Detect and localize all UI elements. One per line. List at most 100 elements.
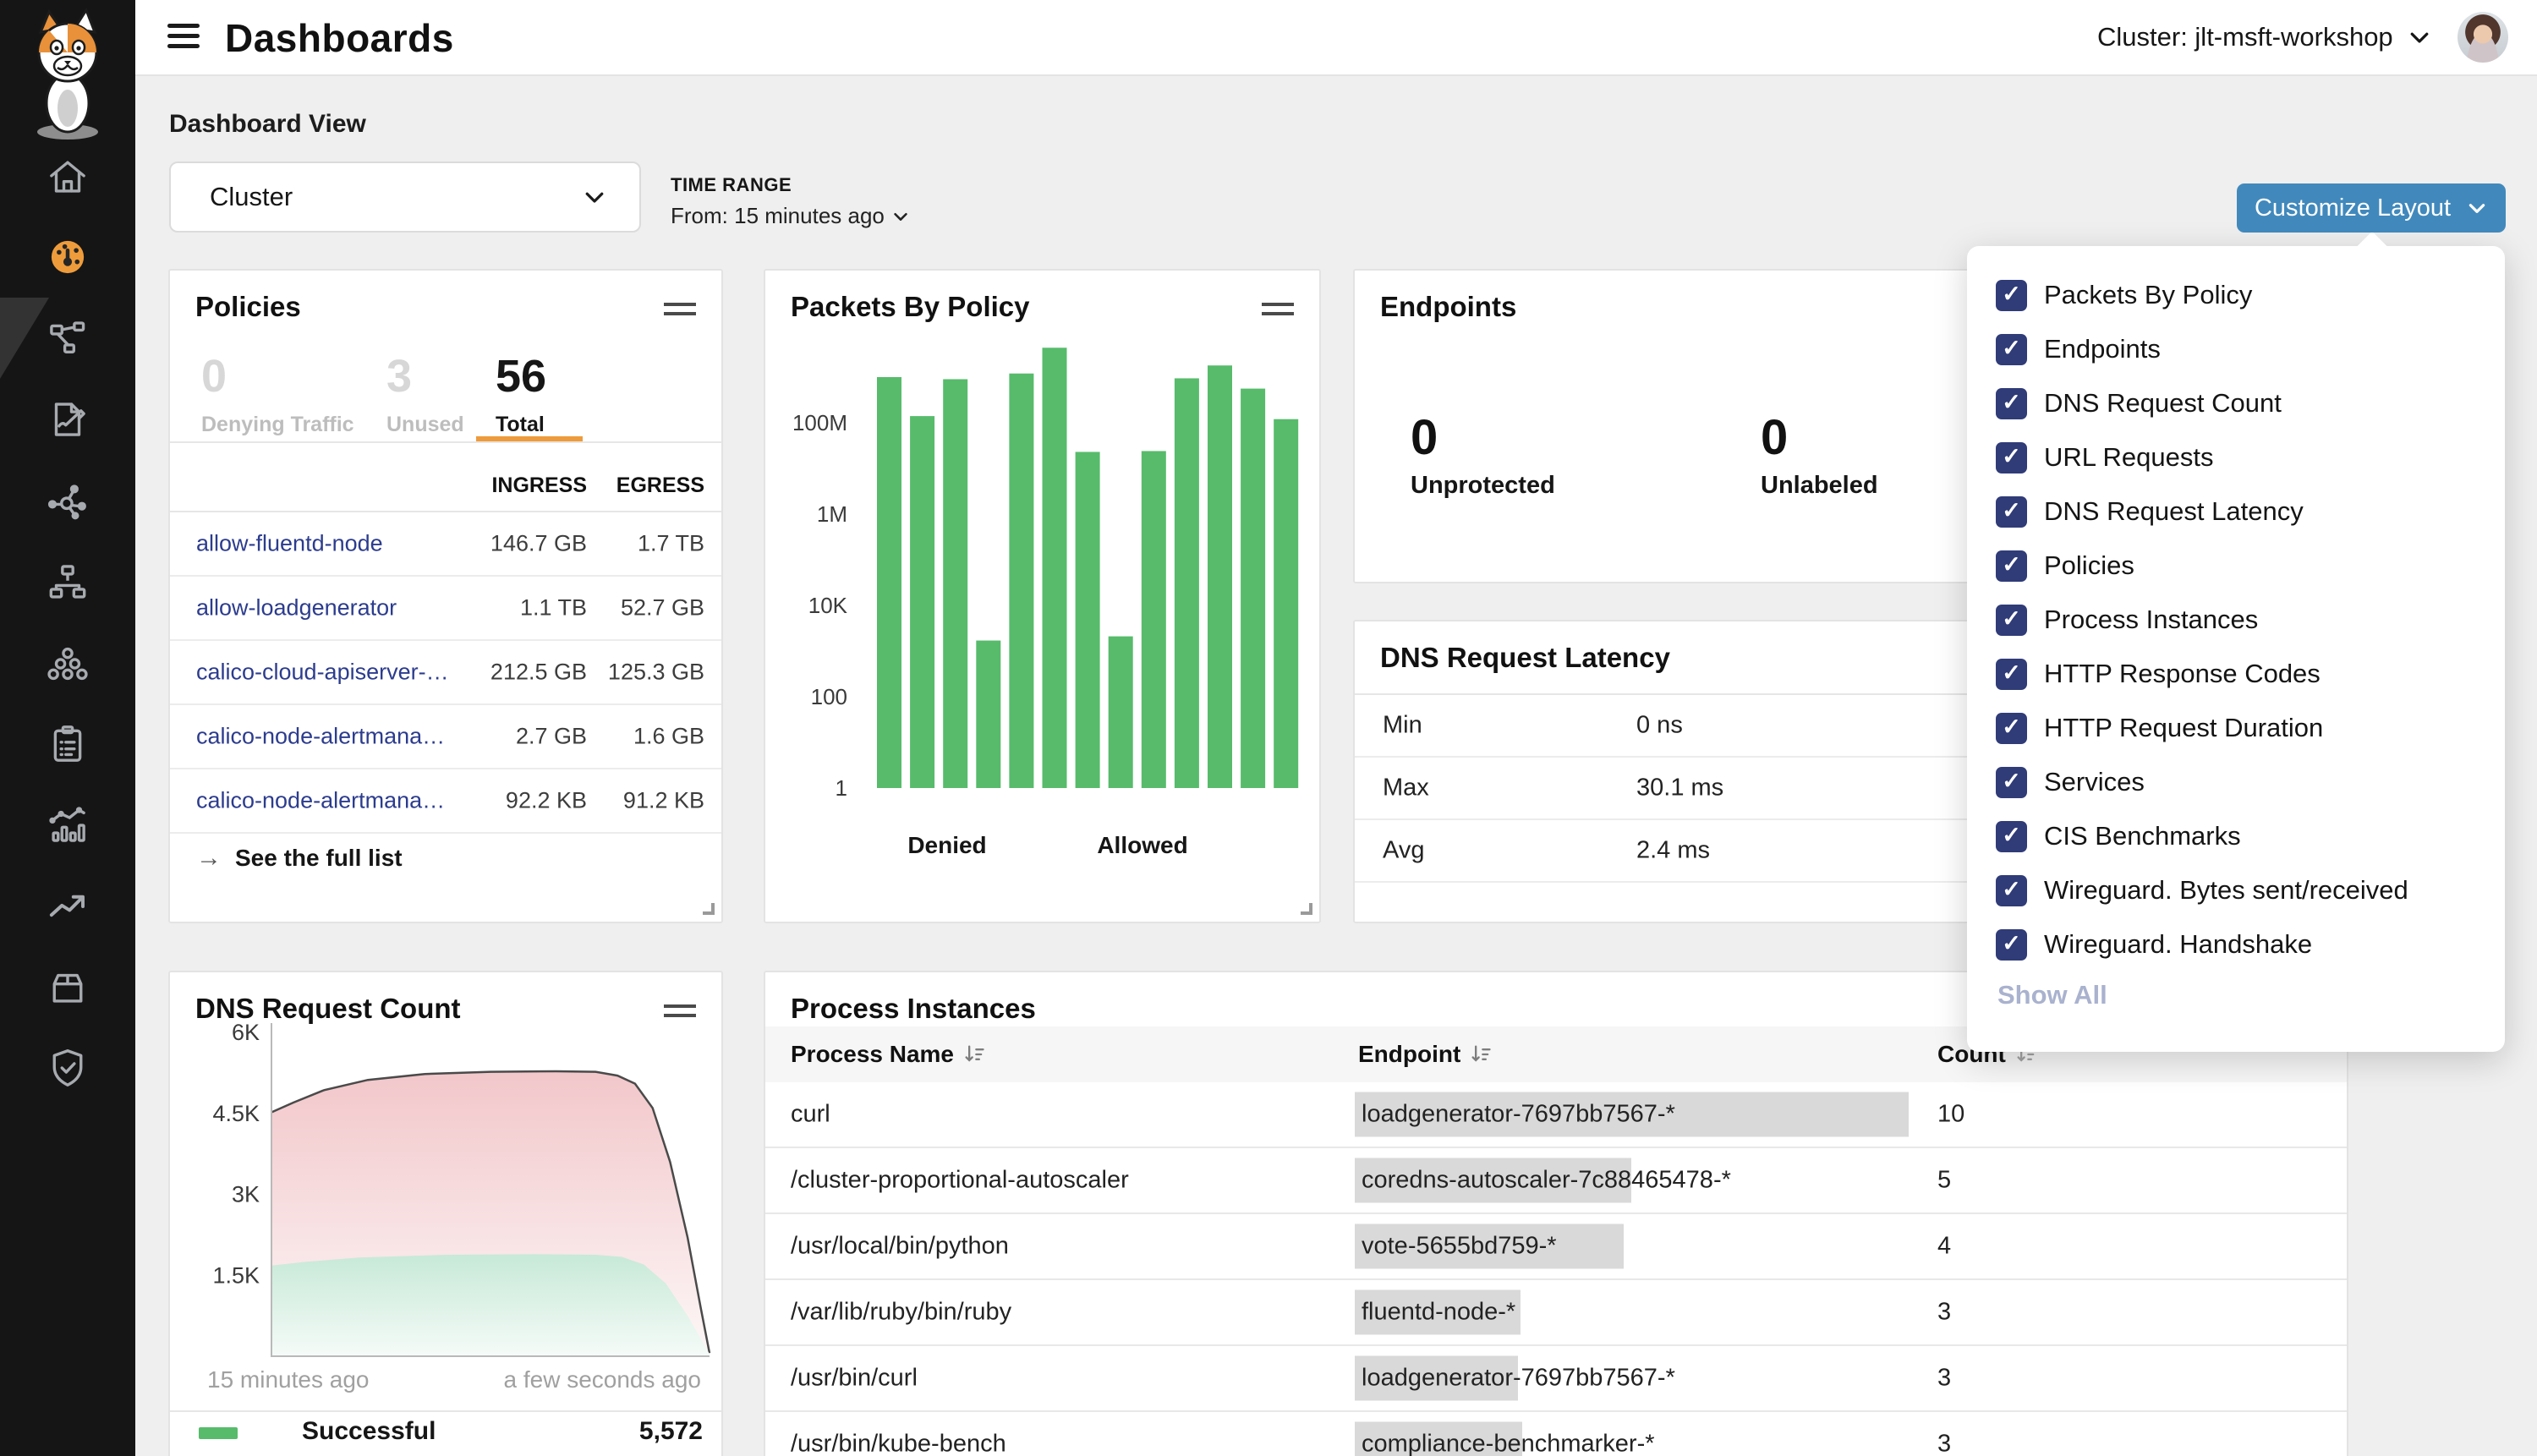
endpoint-chip-text: loadgenerator-7697bb7567-*: [1362, 1101, 1675, 1128]
menu-item-wireguard-bytes-sent-received[interactable]: Wireguard. Bytes sent/received: [1967, 863, 2505, 917]
menu-item-dns-request-latency[interactable]: DNS Request Latency: [1967, 484, 2505, 539]
endpoint-chip-text: fluentd-node-*: [1362, 1299, 1515, 1326]
menu-item-packets-by-policy[interactable]: Packets By Policy: [1967, 268, 2505, 322]
count-cell: 3: [1937, 1365, 1951, 1393]
customize-layout-label: Customize Layout: [2255, 194, 2451, 222]
menu-icon[interactable]: [167, 24, 200, 51]
checkbox-checked-icon[interactable]: [1996, 388, 2027, 419]
menu-item-policies[interactable]: Policies: [1967, 539, 2505, 593]
endpoint-column-header[interactable]: Endpoint: [1358, 1041, 1493, 1068]
sidebar-item-compliance[interactable]: [45, 721, 90, 767]
policy-name-link[interactable]: allow-loadgenerator: [196, 595, 397, 621]
policy-row: allow-fluentd-node146.7 GB1.7 TB: [170, 512, 721, 577]
shield-check-icon: [45, 1045, 90, 1091]
checkbox-checked-icon[interactable]: [1996, 821, 2027, 852]
checkbox-checked-icon[interactable]: [1996, 442, 2027, 473]
dashboard-view-select[interactable]: Cluster: [169, 161, 641, 233]
cluster-circles-icon: [45, 641, 90, 687]
time-range-value[interactable]: From: 15 minutes ago: [671, 203, 910, 229]
top-bar: Dashboards Cluster: jlt-msft-workshop: [135, 0, 2537, 76]
customize-layout-button[interactable]: Customize Layout: [2237, 183, 2506, 233]
endpoints-stat-unprotected[interactable]: 0 Unprotected: [1411, 413, 1555, 500]
legend-denied[interactable]: Denied: [884, 810, 1011, 859]
checkbox-checked-icon[interactable]: [1996, 875, 2027, 906]
checkbox-checked-icon[interactable]: [1996, 280, 2027, 311]
endpoint-chip[interactable]: loadgenerator-7697bb7567-*: [1358, 1101, 1679, 1129]
checkbox-checked-icon[interactable]: [1996, 929, 2027, 961]
menu-item-label: CIS Benchmarks: [2044, 821, 2241, 851]
sidebar-item-images[interactable]: [45, 964, 90, 1010]
menu-item-http-response-codes[interactable]: HTTP Response Codes: [1967, 647, 2505, 701]
checkbox-checked-icon[interactable]: [1996, 659, 2027, 690]
endpoint-cell: fluentd-node-*: [1358, 1299, 1519, 1327]
policies-stat-total[interactable]: 56 Total: [496, 352, 546, 437]
packets-bar-chart: 110010K1M100M: [765, 271, 1323, 862]
sort-icon[interactable]: [1469, 1043, 1493, 1066]
sidebar-item-policies[interactable]: [45, 397, 90, 442]
menu-item-services[interactable]: Services: [1967, 755, 2505, 809]
policy-name-link[interactable]: allow-fluentd-node: [196, 531, 383, 557]
legend-label: Allowed: [1097, 832, 1187, 858]
endpoint-chip[interactable]: fluentd-node-*: [1358, 1299, 1519, 1327]
menu-item-endpoints[interactable]: Endpoints: [1967, 322, 2505, 376]
endpoints-stat-unlabeled[interactable]: 0 Unlabeled: [1761, 413, 1878, 500]
resize-handle-icon[interactable]: [1301, 903, 1312, 915]
checkbox-checked-icon[interactable]: [1996, 334, 2027, 365]
sidebar-item-workloads[interactable]: [45, 641, 90, 687]
checkbox-checked-icon[interactable]: [1996, 550, 2027, 582]
sidebar-item-service-graph[interactable]: [45, 479, 90, 524]
drag-handle-icon[interactable]: [664, 303, 696, 315]
sidebar-item-metrics[interactable]: [45, 802, 90, 848]
policy-name-link[interactable]: calico-node-alertmana…: [196, 724, 445, 750]
policies-stat-unused[interactable]: 3 Unused: [386, 352, 464, 437]
endpoints-card-title: Endpoints: [1380, 291, 1516, 323]
user-avatar[interactable]: [2458, 12, 2508, 63]
process-row: /var/lib/ruby/bin/rubyfluentd-node-*3: [765, 1280, 2347, 1346]
menu-item-http-request-duration[interactable]: HTTP Request Duration: [1967, 701, 2505, 755]
menu-item-label: Policies: [2044, 550, 2134, 581]
menu-item-dns-request-count[interactable]: DNS Request Count: [1967, 376, 2505, 430]
dashboard-view-value: Cluster: [210, 182, 293, 212]
count-cell: 4: [1937, 1233, 1951, 1261]
policy-name-link[interactable]: calico-cloud-apiserver-…: [196, 660, 449, 686]
sidebar-item-home[interactable]: [45, 154, 90, 200]
chevron-down-icon: [2466, 197, 2488, 219]
sort-icon[interactable]: [962, 1043, 986, 1066]
endpoint-chip-text: vote-5655bd759-*: [1362, 1233, 1557, 1260]
menu-item-process-instances[interactable]: Process Instances: [1967, 593, 2505, 647]
endpoint-cell: loadgenerator-7697bb7567-*: [1358, 1365, 1679, 1393]
endpoint-chip[interactable]: loadgenerator-7697bb7567-*: [1358, 1365, 1679, 1393]
policies-card: Policies 0 Denying Traffic 3 Unused 56 T…: [168, 269, 723, 923]
stat-label: Unprotected: [1411, 472, 1555, 500]
checkbox-checked-icon[interactable]: [1996, 605, 2027, 636]
endpoint-chip[interactable]: compliance-benchmarker-*: [1358, 1431, 1658, 1456]
count-cell: 3: [1937, 1299, 1951, 1327]
policy-name-link[interactable]: calico-node-alertmana…: [196, 788, 445, 814]
checkbox-checked-icon[interactable]: [1996, 496, 2027, 528]
menu-item-wireguard-handshake[interactable]: Wireguard. Handshake: [1967, 917, 2505, 972]
topology-tree-icon: [45, 560, 90, 605]
menu-item-cis-benchmarks[interactable]: CIS Benchmarks: [1967, 809, 2505, 863]
policy-egress-value: 1.7 TB: [638, 531, 704, 557]
endpoint-chip-text: loadgenerator-7697bb7567-*: [1362, 1365, 1675, 1392]
policies-stat-denying[interactable]: 0 Denying Traffic: [201, 352, 354, 437]
endpoint-chip[interactable]: vote-5655bd759-*: [1358, 1233, 1560, 1261]
legend-allowed[interactable]: Allowed: [1079, 810, 1206, 859]
latency-metric-label: Min: [1383, 712, 1422, 740]
sidebar-item-network-sets[interactable]: [45, 315, 90, 361]
checkbox-checked-icon[interactable]: [1996, 767, 2027, 798]
sidebar-item-threat-defense[interactable]: [45, 1045, 90, 1091]
menu-item-url-requests[interactable]: URL Requests: [1967, 430, 2505, 484]
stat-label: Denying Traffic: [201, 413, 354, 437]
process-name-column-header[interactable]: Process Name: [791, 1041, 986, 1068]
cluster-selector[interactable]: Cluster: jlt-msft-workshop: [2097, 22, 2432, 52]
dns-count-legend-row[interactable]: Successful 5,572: [170, 1410, 721, 1456]
checkbox-checked-icon[interactable]: [1996, 713, 2027, 744]
resize-handle-icon[interactable]: [703, 903, 715, 915]
endpoint-chip[interactable]: coredns-autoscaler-7c88465478-*: [1358, 1167, 1734, 1195]
show-all-link[interactable]: Show All: [1997, 980, 2107, 1010]
sidebar-item-alerts[interactable]: [45, 884, 90, 929]
sidebar-item-network-topology[interactable]: [45, 560, 90, 605]
sidebar-item-dashboards[interactable]: [45, 234, 90, 280]
see-full-list-link[interactable]: → See the full list: [196, 844, 403, 873]
